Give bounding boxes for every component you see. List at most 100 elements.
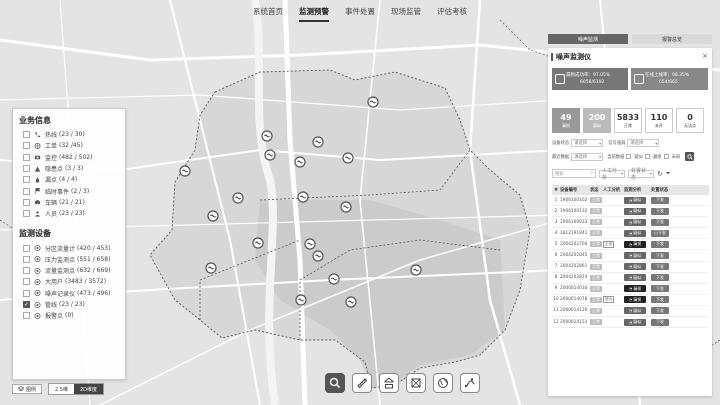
layer-item[interactable]: 临时事件 (2 / 3) — [13, 185, 125, 196]
measure-tool-button[interactable] — [352, 373, 372, 393]
layer-item[interactable]: 分区流量计 (420 / 453) — [13, 242, 125, 253]
noise-recorder-marker[interactable] — [328, 273, 340, 285]
layer-item[interactable]: 监控 (482 / 502) — [13, 152, 125, 163]
dispatch-button[interactable]: 下发 — [651, 307, 669, 315]
analysis-badge[interactable]: ◔ 漏损 — [624, 285, 646, 293]
globe-tool-button[interactable] — [433, 373, 453, 393]
layer-item[interactable]: 报警点 (0) — [13, 310, 125, 321]
analysis-badge[interactable]: ◔ 疑似 — [624, 274, 646, 282]
search-tool-button[interactable] — [325, 373, 345, 393]
dispatch-button[interactable]: 已下发 — [651, 229, 669, 237]
noise-recorder-marker[interactable] — [367, 96, 379, 108]
route-tool-button[interactable] — [460, 373, 480, 393]
noise-recorder-marker[interactable] — [345, 296, 357, 308]
table-row[interactable]: 8 2004202874 正常 ◔ 疑似 下发 — [552, 273, 709, 284]
status-stat[interactable]: 110 未开 — [645, 108, 673, 133]
analysis-badge[interactable]: ◔ 疑似 — [624, 263, 646, 271]
table-row[interactable]: 9 2000014030 正常 ◔ 漏损 下发 — [552, 284, 709, 295]
dispose-status-select[interactable]: 处置状态 — [628, 168, 654, 181]
nav-item[interactable]: 监测预警 — [291, 0, 337, 22]
layer-item[interactable]: 漏点 (4 / 4) — [13, 174, 125, 185]
layer-item[interactable]: 大用户 (3483 / 3572) — [13, 276, 125, 287]
analysis-badge[interactable]: ◔ 疑似 — [624, 318, 646, 326]
noise-recorder-marker[interactable] — [205, 262, 217, 274]
layer-item[interactable]: 热线 (23 / 30) — [13, 129, 125, 140]
layer-checkbox[interactable] — [23, 165, 30, 173]
layer-item[interactable]: 流量监测点 (632 / 669) — [13, 265, 125, 276]
dispatch-button[interactable]: 下发 — [651, 252, 669, 260]
analysis-badge[interactable]: ◔ 疑似 — [624, 252, 646, 260]
frame-tool-button[interactable] — [406, 373, 426, 393]
merge-tool-button[interactable] — [379, 373, 399, 393]
analysis-badge[interactable]: ◔ 疑似 — [624, 307, 646, 315]
layer-item[interactable]: ✓ 管线 (23 / 23) — [13, 299, 125, 310]
noise-recorder-marker[interactable] — [297, 191, 309, 203]
analysis-badge[interactable]: ◔ 漏损 — [624, 296, 646, 304]
filter-icon[interactable]: ⏷ — [666, 170, 671, 178]
layer-item[interactable]: 工单 (32 /45) — [13, 140, 125, 151]
noise-recorder-marker[interactable] — [312, 136, 324, 148]
dispatch-button[interactable]: 下发 — [651, 207, 669, 215]
analysis-badge[interactable]: ◔ 疑似 — [624, 207, 646, 215]
noise-recorder-marker[interactable] — [252, 237, 264, 249]
layer-checkbox[interactable] — [23, 278, 30, 286]
layer-checkbox[interactable] — [23, 289, 30, 297]
nav-item[interactable]: 现场监管 — [383, 0, 429, 22]
dispatch-button[interactable]: 下发 — [651, 274, 669, 282]
device-search-input[interactable]: 搜索 ⌕ — [552, 169, 596, 178]
legend-button[interactable]: 图例 — [12, 384, 43, 394]
analysis-badge[interactable]: ◔ 漏损 — [624, 240, 646, 248]
layer-checkbox[interactable] — [23, 244, 30, 252]
table-row[interactable]: 6 2004202845 正常 ◔ 疑似 下发 — [552, 250, 709, 262]
noise-recorder-marker[interactable] — [294, 156, 306, 168]
nav-item[interactable]: 事件处置 — [337, 0, 383, 22]
dispatch-button[interactable]: 下发 — [651, 196, 669, 204]
signal-select[interactable]: 请选择 — [627, 139, 660, 147]
table-row[interactable]: 1 1906100102 正常 ◔ 疑似 下发 — [552, 195, 709, 207]
layer-checkbox[interactable] — [23, 176, 30, 184]
suspect-checkbox[interactable] — [626, 154, 632, 159]
search-button[interactable] — [685, 152, 695, 161]
tab-noise-monitor[interactable]: 噪声监测 — [548, 34, 628, 44]
close-icon[interactable]: × — [702, 52, 708, 60]
noise-recorder-marker[interactable] — [304, 238, 316, 250]
status-stat[interactable]: 49 漏损 — [552, 108, 580, 133]
layer-checkbox[interactable] — [23, 142, 30, 150]
table-row[interactable]: 2 1906100132 正常 ◔ 疑似 下发 — [552, 206, 709, 218]
noise-recorder-marker[interactable] — [207, 210, 219, 222]
dispatch-button[interactable]: 下发 — [651, 263, 669, 271]
nav-item[interactable]: 评估考核 — [429, 0, 475, 22]
noise-recorder-marker[interactable] — [232, 192, 244, 204]
table-row[interactable]: 11 2000014126 正常 ◔ 疑似 下发 — [552, 306, 709, 318]
leak-checkbox[interactable] — [644, 154, 650, 159]
layer-item[interactable]: 压力监测点 (551 / 658) — [13, 254, 125, 265]
layer-checkbox[interactable] — [23, 267, 30, 275]
layer-checkbox[interactable] — [23, 312, 30, 320]
noise-recorder-marker[interactable] — [179, 165, 191, 177]
analysis-badge[interactable]: ◔ 疑似 — [624, 218, 646, 226]
refresh-icon[interactable]: ↻ — [657, 170, 663, 178]
mode-2-5d-button[interactable]: 2.5维 — [49, 384, 74, 394]
dispatch-button[interactable]: 下发 — [651, 240, 669, 248]
noise-recorder-marker[interactable] — [340, 201, 352, 213]
dispatch-button[interactable]: 下发 — [651, 218, 669, 226]
noise-recorder-marker[interactable] — [312, 250, 324, 262]
noise-recorder-marker[interactable] — [342, 152, 354, 164]
dispatch-button[interactable]: 下发 — [651, 318, 669, 326]
table-row[interactable]: 5 2004202700 正常 正常 ◔ 漏损 下发 — [552, 239, 709, 251]
analysis-badge[interactable]: ◔ 疑似 — [624, 229, 646, 237]
layer-checkbox[interactable] — [23, 131, 30, 139]
status-stat[interactable]: 0 无法点 — [676, 108, 704, 133]
layer-checkbox[interactable] — [23, 187, 30, 195]
noise-recorder-marker[interactable] — [410, 264, 422, 276]
layer-checkbox[interactable] — [23, 210, 30, 218]
layer-checkbox[interactable] — [23, 255, 30, 263]
tab-alarm-overview[interactable]: 报警总览 — [632, 34, 712, 44]
layer-item[interactable]: 隐患点 (3 / 3) — [13, 163, 125, 174]
layer-checkbox[interactable] — [23, 153, 30, 161]
nav-item[interactable]: 系统首页 — [245, 0, 291, 22]
dispatch-button[interactable]: 下发 — [651, 296, 669, 304]
manual-analysis-select[interactable]: 人工分析 — [599, 168, 625, 181]
recent-data-select[interactable]: 请选择 — [571, 152, 604, 161]
noise-recorder-marker[interactable] — [261, 130, 273, 142]
